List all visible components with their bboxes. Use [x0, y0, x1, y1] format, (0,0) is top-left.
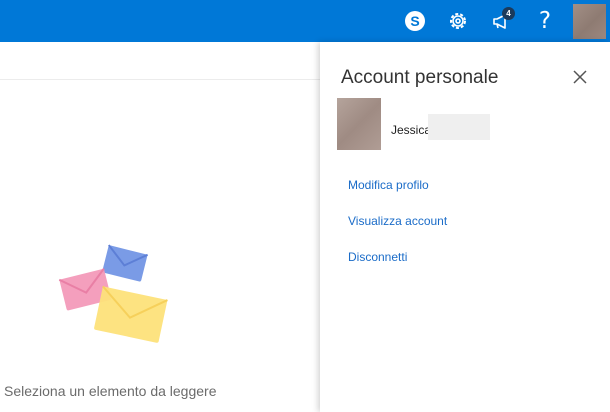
- user-name: Jessica: [391, 123, 432, 137]
- panel-title: Account personale: [341, 67, 499, 88]
- close-button[interactable]: [569, 66, 591, 88]
- megaphone-icon[interactable]: 4: [488, 7, 516, 35]
- envelopes-illustration: [58, 244, 168, 343]
- avatar[interactable]: [573, 4, 606, 39]
- view-account-link[interactable]: Visualizza account: [348, 214, 447, 228]
- svg-text:S: S: [410, 13, 419, 29]
- sign-out-link[interactable]: Disconnetti: [348, 250, 407, 264]
- empty-reading-pane-message: Seleziona un elemento da leggere: [4, 383, 217, 399]
- edit-profile-link[interactable]: Modifica profilo: [348, 178, 429, 192]
- notification-badge: 4: [502, 7, 515, 20]
- gear-icon[interactable]: [444, 7, 472, 35]
- toolbar-divider: [0, 79, 320, 80]
- redacted-surname: [428, 114, 490, 140]
- top-bar: S 4 ?: [0, 0, 610, 42]
- help-glyph: ?: [538, 8, 552, 34]
- skype-icon[interactable]: S: [401, 7, 429, 35]
- profile-photo: [337, 98, 381, 150]
- help-icon[interactable]: ?: [531, 7, 559, 35]
- account-panel: Account personale Jessica Modifica profi…: [320, 42, 610, 412]
- close-icon: [573, 70, 587, 84]
